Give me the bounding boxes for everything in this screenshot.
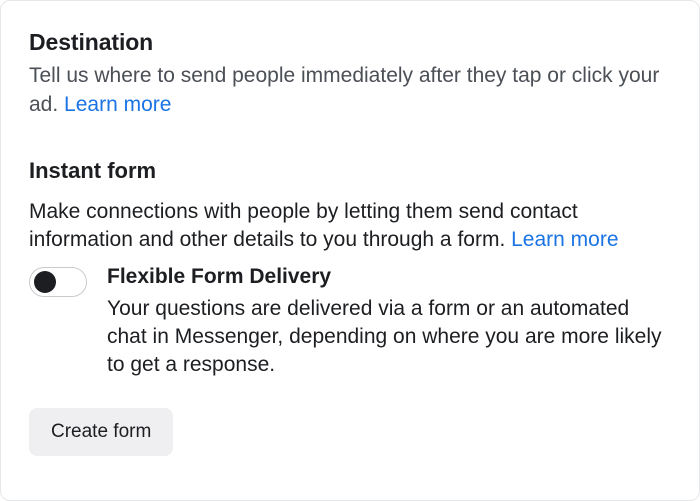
instant-form-section: Instant form Make connections with peopl… (29, 158, 671, 456)
flexible-delivery-title: Flexible Form Delivery (107, 265, 671, 289)
destination-settings-card: Destination Tell us where to send people… (0, 0, 700, 501)
instant-form-description-text: Make connections with people by letting … (29, 200, 578, 251)
destination-learn-more-link[interactable]: Learn more (64, 93, 171, 116)
instant-form-heading: Instant form (29, 158, 671, 184)
flexible-delivery-row: Flexible Form Delivery Your questions ar… (29, 265, 671, 380)
create-form-button[interactable]: Create form (29, 408, 173, 456)
flexible-delivery-toggle[interactable] (29, 267, 87, 297)
instant-form-learn-more-link[interactable]: Learn more (511, 228, 618, 251)
destination-section: Destination Tell us where to send people… (29, 29, 671, 120)
instant-form-actions: Create form (29, 408, 671, 456)
destination-description: Tell us where to send people immediately… (29, 62, 671, 120)
instant-form-description: Make connections with people by letting … (29, 198, 671, 255)
flexible-delivery-description: Your questions are delivered via a form … (107, 295, 671, 380)
flexible-delivery-content: Flexible Form Delivery Your questions ar… (107, 265, 671, 380)
destination-heading: Destination (29, 29, 671, 56)
toggle-knob (34, 271, 56, 293)
